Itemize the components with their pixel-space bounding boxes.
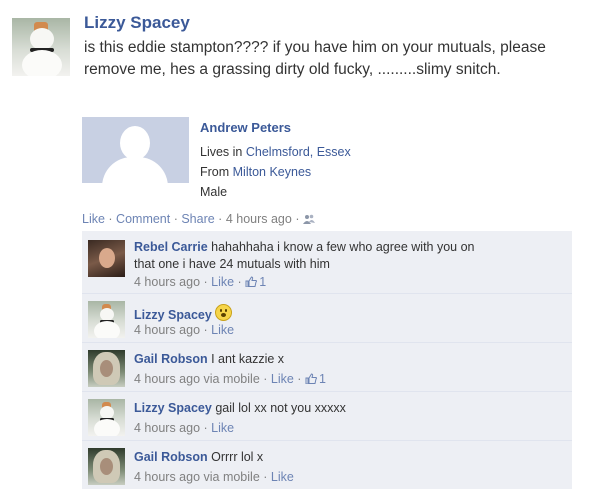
post-author-name[interactable]: Lizzy Spacey	[84, 13, 190, 33]
comment-author[interactable]: Gail Robson	[134, 450, 208, 464]
comment-item: Rebel Carrie hahahhaha i know a few who …	[82, 231, 572, 293]
profile-silhouette-image[interactable]	[82, 117, 189, 183]
comment-timestamp[interactable]: 4 hours ago via mobile	[134, 372, 260, 386]
attachment-gender: Male	[200, 185, 228, 199]
comment-link[interactable]: Comment	[116, 212, 170, 226]
attachment-profile-name[interactable]: Andrew Peters	[200, 120, 291, 135]
comment-item: Lizzy Spacey gail lol xx not you xxxxx 4…	[82, 392, 572, 440]
comments-list: Rebel Carrie hahahhaha i know a few who …	[82, 231, 572, 491]
comment-item: Gail Robson I ant kazzie x 4 hours ago v…	[82, 343, 572, 391]
from-link[interactable]: Milton Keynes	[233, 165, 312, 179]
share-link[interactable]: Share	[181, 212, 214, 226]
comment-text: I ant kazzie x	[211, 352, 285, 366]
comment-author[interactable]: Gail Robson	[134, 352, 208, 366]
post-timestamp[interactable]: 4 hours ago	[226, 212, 292, 226]
like-link[interactable]: Like	[82, 212, 105, 226]
comment-timestamp[interactable]: 4 hours ago	[134, 421, 200, 435]
comment-like-link[interactable]: Like	[211, 323, 234, 337]
friends-audience-icon[interactable]	[302, 214, 315, 224]
commenter-avatar[interactable]	[88, 240, 125, 277]
comment-like-link[interactable]: Like	[211, 275, 234, 289]
comment-timestamp[interactable]: 4 hours ago	[134, 275, 200, 289]
lives-in-link[interactable]: Chelmsford, Essex	[246, 145, 351, 159]
commenter-avatar[interactable]	[88, 350, 125, 387]
comment-author[interactable]: Rebel Carrie	[134, 240, 208, 254]
attachment-from: From Milton Keynes	[200, 165, 312, 179]
post-text: is this eddie stampton???? if you have h…	[84, 39, 546, 78]
post-action-bar: Like · Comment · Share · 4 hours ago ·	[82, 212, 315, 226]
comment-author[interactable]: Lizzy Spacey	[134, 308, 212, 322]
comment-author[interactable]: Lizzy Spacey	[134, 401, 212, 415]
commenter-avatar[interactable]	[88, 448, 125, 485]
attachment-lives-in: Lives in Chelmsford, Essex	[200, 145, 351, 159]
thumbs-up-icon[interactable]	[305, 373, 317, 384]
comment-text: hahahhaha i know a few who agree with yo…	[211, 240, 475, 254]
comment-item: Lizzy Spacey 4 hours ago · Like	[82, 294, 572, 342]
comment-timestamp[interactable]: 4 hours ago	[134, 323, 200, 337]
comment-text-continued: that one i have 24 mutuals with him	[134, 257, 330, 271]
smiley-emoticon-icon	[214, 304, 232, 321]
comment-timestamp[interactable]: 4 hours ago via mobile	[134, 470, 260, 484]
commenter-avatar[interactable]	[88, 399, 125, 436]
comment-like-count[interactable]: 1	[259, 275, 266, 289]
post-author-avatar[interactable]	[12, 18, 70, 76]
thumbs-up-icon[interactable]	[245, 276, 258, 287]
comment-like-count[interactable]: 1	[319, 372, 326, 386]
comment-like-link[interactable]: Like	[271, 372, 294, 386]
comment-like-link[interactable]: Like	[211, 421, 234, 435]
comment-text: Orrrr lol x	[211, 450, 264, 464]
comment-item: Gail Robson Orrrr lol x 4 hours ago via …	[82, 441, 572, 489]
comment-text: gail lol xx not you xxxxx	[215, 401, 346, 415]
comment-like-link[interactable]: Like	[271, 470, 294, 484]
commenter-avatar[interactable]	[88, 301, 125, 338]
